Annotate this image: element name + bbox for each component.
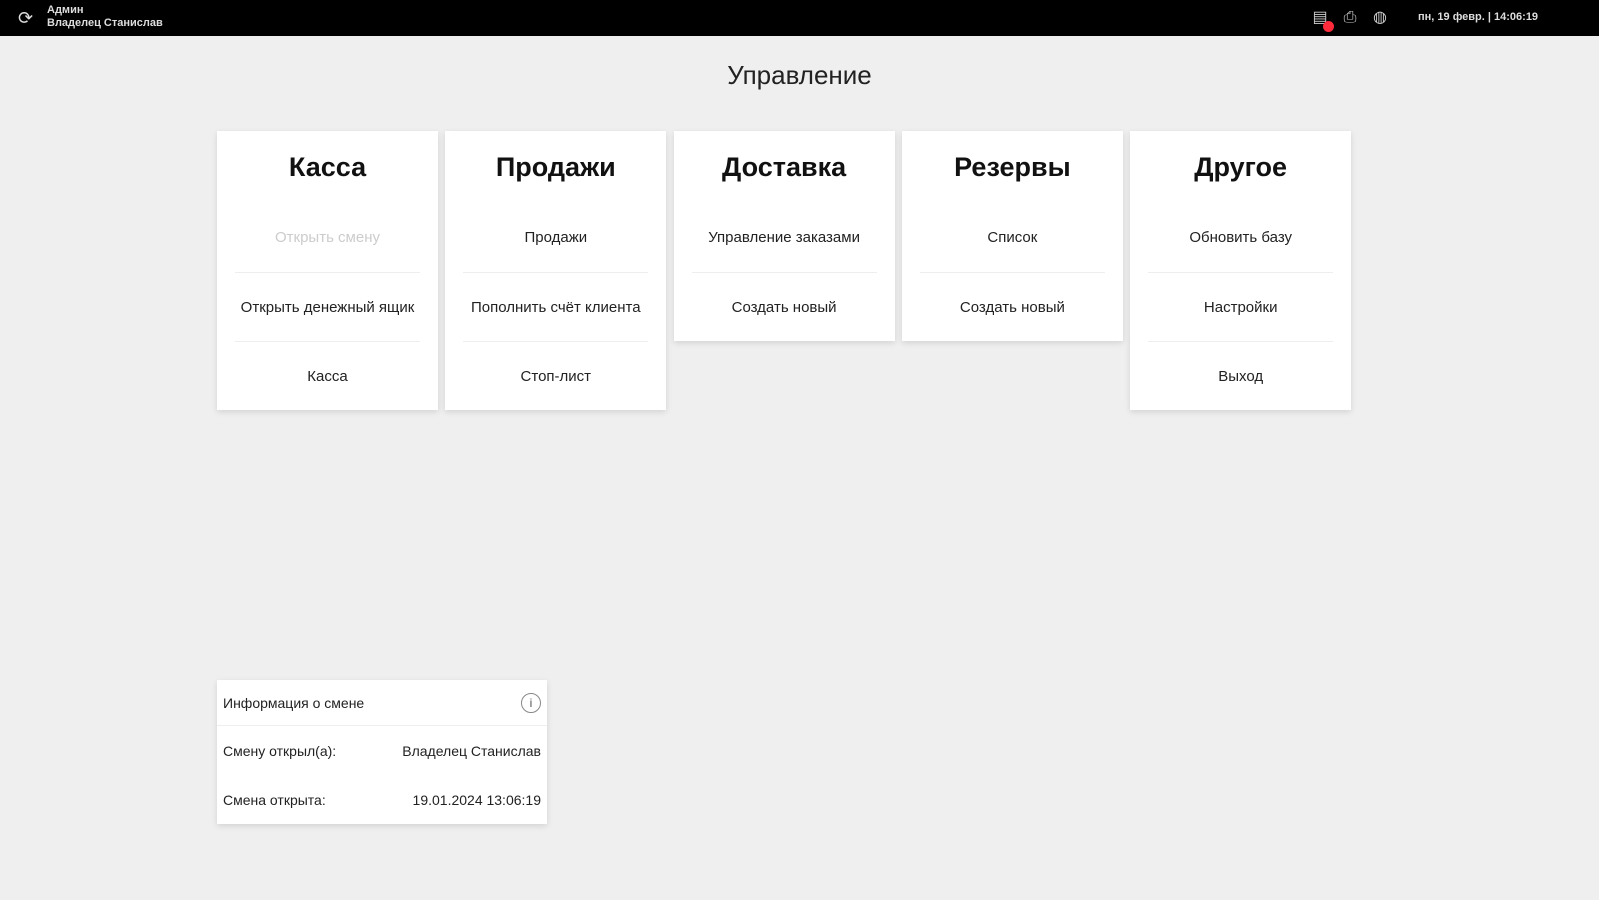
opened-at-label: Смена открыта: xyxy=(223,791,326,808)
opened-at-value: 19.01.2024 13:06:19 xyxy=(412,791,541,808)
sync-icon[interactable]: ⟳ xyxy=(18,8,38,28)
page-title: Управление xyxy=(727,60,872,90)
menu-item[interactable]: Открыть денежный ящик xyxy=(235,272,420,341)
globe-icon[interactable]: ◍ xyxy=(1370,8,1390,28)
menu-item: Открыть смену xyxy=(274,229,380,246)
menu-item[interactable]: Обновить базу xyxy=(1148,203,1333,272)
menu-item[interactable]: Стоп-лист xyxy=(463,341,649,410)
menu-item[interactable]: Настройки xyxy=(1148,272,1334,341)
user-name: Владелец Станислав xyxy=(47,17,163,29)
menu-item[interactable]: Касса xyxy=(235,341,420,410)
card-2: Доставка Управление заказами Создать новый xyxy=(673,131,895,341)
printer-icon[interactable]: ⎙ xyxy=(1340,8,1360,28)
menu-item[interactable]: Список xyxy=(920,203,1105,272)
menu-item[interactable]: Пополнить счёт клиента xyxy=(463,272,649,341)
card-0: Касса Открыть смену Открыть денежный ящик К… xyxy=(217,131,438,410)
card-4: Другое Обновить базу Настройки Выход xyxy=(1130,131,1352,410)
card-title: Доставка xyxy=(722,152,847,182)
user-role: Админ xyxy=(47,4,84,16)
card-3: Резервы Список Создать новый xyxy=(901,131,1123,341)
notification-badge xyxy=(1323,21,1334,32)
menu-item[interactable]: Управление заказами xyxy=(692,203,877,272)
menu-item[interactable]: Создать новый xyxy=(919,272,1105,341)
menu-item[interactable]: Создать новый xyxy=(691,272,877,341)
shift-info-title: Информация о смене xyxy=(223,694,365,711)
opened-by-value: Владелец Станислав xyxy=(402,742,541,759)
card-title: Продажи xyxy=(495,152,616,182)
top-bar: ⟳ Админ Владелец Станислав ▤ ⎙ ◍ пн, 19 … xyxy=(0,0,1599,36)
card-title: Другое xyxy=(1194,152,1288,182)
card-title: Касса xyxy=(288,152,367,182)
info-icon[interactable]: i xyxy=(521,692,541,713)
card-1: Продажи Продажи Пополнить счёт клиента Стоп… xyxy=(445,131,667,410)
menu-item[interactable]: Продажи xyxy=(463,203,648,272)
document-icon[interactable]: ▤ xyxy=(1310,8,1334,32)
datetime: пн, 19 февр. | 14:06:19 xyxy=(1418,11,1539,23)
card-title: Резервы xyxy=(954,152,1071,182)
user-info: Админ Владелец Станислав xyxy=(47,4,163,30)
menu-item[interactable]: Выход xyxy=(1148,341,1334,410)
shift-info-card: Информация о смене i Смену открыл(а): Влад… xyxy=(217,680,547,824)
opened-by-label: Смену открыл(а): xyxy=(223,742,337,759)
